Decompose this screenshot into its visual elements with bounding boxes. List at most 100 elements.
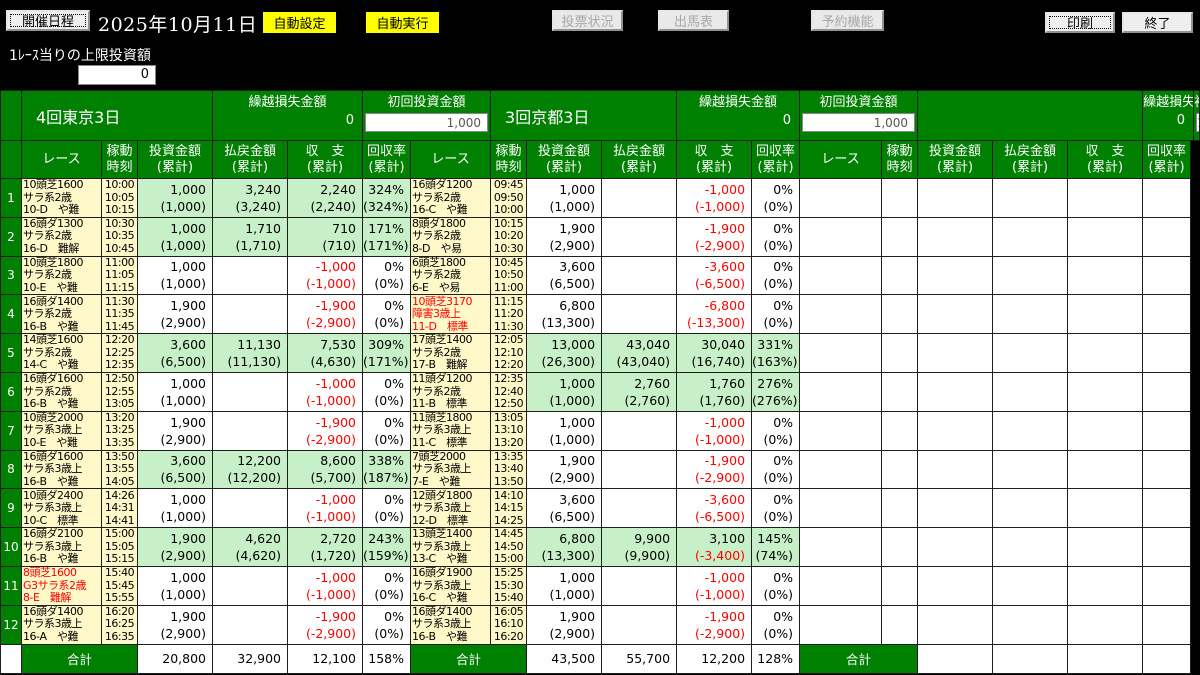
schedule-button[interactable]: 開催日程 bbox=[6, 10, 90, 31]
empty-cell bbox=[992, 178, 1069, 218]
rate-cell: 0% (0%) bbox=[362, 565, 412, 606]
empty-cell bbox=[799, 178, 883, 218]
race-info[interactable]: 16頭ダ1600 サラ系2歳 16-B や難 bbox=[21, 371, 102, 412]
race-info[interactable]: 16頭ダ1600 サラ系3歳上 16-B や難 bbox=[21, 449, 102, 490]
rate-cell: 145% (74%) bbox=[751, 527, 801, 567]
time-l1: 16:20 bbox=[104, 605, 135, 618]
race-info[interactable]: 16頭ダ1900 サラ系3歳上 16-C や難 bbox=[410, 565, 492, 606]
rate-cell: 243% (159%) bbox=[362, 527, 412, 567]
empty-cell bbox=[1067, 216, 1144, 257]
auto-run-button[interactable]: 自動実行 bbox=[366, 12, 439, 33]
payout-cell: 1,710 (1,710) bbox=[212, 216, 288, 257]
rate-cum: (0%) bbox=[763, 315, 794, 331]
race-info[interactable]: 10頭芝2000 サラ系3歳上 10-E や難 bbox=[21, 410, 102, 451]
table-row: 4 16頭ダ1400 サラ系2歳 16-B や難 11:30 11:35 11:45 1,90… bbox=[0, 294, 1200, 335]
vote-status-button[interactable]: 投票状況 bbox=[552, 10, 623, 31]
print-button[interactable]: 印刷 bbox=[1045, 12, 1115, 33]
empty-cell bbox=[881, 216, 919, 257]
race-info[interactable]: 16頭ダ1200 サラ系2歳 16-C や難 bbox=[410, 178, 492, 218]
total-rate bbox=[1142, 643, 1192, 674]
time-l1: 10:00 bbox=[104, 178, 135, 192]
rate-cum: (0%) bbox=[374, 431, 405, 447]
rate-value: 0% bbox=[384, 298, 405, 314]
race-info-l1: 16頭ダ1600 bbox=[23, 450, 84, 463]
auto-set-button[interactable]: 自動設定 bbox=[263, 12, 336, 33]
race-info[interactable]: 7頭芝2000 サラ系3歳上 7-E や難 bbox=[410, 449, 492, 490]
total-label: 合計 bbox=[21, 643, 138, 674]
payout-cum: (9,900) bbox=[624, 548, 671, 564]
carry-loss-cell: 繰越損失金額 0 bbox=[1142, 90, 1195, 141]
time-l3: 15:40 bbox=[493, 591, 524, 605]
rate-cum: (0%) bbox=[763, 276, 794, 292]
time-l2: 13:10 bbox=[493, 423, 524, 437]
balance-cum: (4,630) bbox=[310, 354, 357, 370]
invest-value: 1,000 bbox=[170, 181, 206, 197]
invest-cum: (13,300) bbox=[541, 315, 596, 331]
invest-value: 1,000 bbox=[170, 259, 206, 275]
time-l3: 16:35 bbox=[104, 629, 135, 643]
venue-name: 3回京都3日 bbox=[490, 90, 678, 141]
balance-value: -1,000 bbox=[704, 569, 746, 585]
initial-invest-input[interactable]: 1,000 bbox=[1196, 113, 1199, 132]
race-info[interactable]: 10頭芝1600 サラ系2歳 10-D や難 bbox=[21, 178, 102, 218]
race-info[interactable]: 16頭ダ1400 サラ系2歳 16-B や難 bbox=[21, 294, 102, 335]
rate-cell: 0% (0%) bbox=[751, 216, 801, 257]
time-l3: 13:05 bbox=[104, 397, 135, 411]
rate-value: 331% bbox=[757, 337, 794, 353]
payout-cell bbox=[212, 604, 288, 645]
race-info[interactable]: 16頭ダ2100 サラ系3歳上 16-B や難 bbox=[21, 527, 102, 567]
invest-cell: 1,000 (1,000) bbox=[137, 178, 213, 218]
invest-cell: 1,900 (2,900) bbox=[137, 294, 213, 335]
exit-button[interactable]: 終了 bbox=[1122, 12, 1193, 33]
race-info[interactable]: 8頭ダ1800 サラ系2歳 8-D や易 bbox=[410, 216, 492, 257]
race-header: レース bbox=[21, 140, 102, 179]
race-info[interactable]: 16頭ダ1300 サラ系2歳 16-D 難解 bbox=[21, 216, 102, 257]
race-number: 12 bbox=[0, 604, 22, 645]
total-balance: 12,100 bbox=[286, 643, 364, 674]
race-info[interactable]: 10頭ダ2400 サラ系3歳上 10-C 標準 bbox=[21, 488, 102, 529]
time-l1: 14:26 bbox=[104, 488, 135, 502]
initial-invest-input[interactable]: 1,000 bbox=[802, 113, 916, 132]
balance-cell: -1,000 (-1,000) bbox=[676, 178, 753, 218]
race-times: 15:40 15:45 15:55 bbox=[101, 565, 138, 606]
race-info[interactable]: 11頭ダ1200 サラ系2歳 11-B 標準 bbox=[410, 371, 492, 412]
race-info[interactable]: 12頭ダ1800 サラ系3歳上 12-D 標準 bbox=[410, 488, 492, 529]
race-times: 12:20 12:25 12:35 bbox=[101, 333, 138, 373]
race-info[interactable]: 16頭ダ1400 サラ系3歳上 16-B や難 bbox=[410, 604, 492, 645]
race-info[interactable]: 11頭芝1800 サラ系3歳上 11-C 標準 bbox=[410, 410, 492, 451]
invest-cum: (13,300) bbox=[541, 548, 596, 564]
reservation-button[interactable]: 予約機能 bbox=[811, 10, 884, 31]
rate-cell: 0% (0%) bbox=[362, 371, 412, 412]
payout-cell bbox=[212, 294, 288, 335]
empty-cell bbox=[1067, 410, 1144, 451]
race-info[interactable]: 17頭芝1400 サラ系2歳 17-B 難解 bbox=[410, 333, 492, 373]
race-number: 11 bbox=[0, 565, 22, 606]
race-info[interactable]: 8頭芝1600 G3サラ系2歳 8-E 難解 bbox=[21, 565, 102, 606]
race-info[interactable]: 10頭芝1800 サラ系2歳 10-E や難 bbox=[21, 255, 102, 296]
time-l1: 14:10 bbox=[493, 488, 524, 502]
limit-input[interactable]: 0 bbox=[78, 65, 156, 85]
race-card-button[interactable]: 出馬表 bbox=[658, 10, 729, 31]
total-rate: 128% bbox=[751, 643, 801, 674]
balance-cell: -6,800 (-13,300) bbox=[676, 294, 753, 335]
balance-cell: -1,000 (-1,000) bbox=[676, 410, 753, 451]
empty-cell bbox=[881, 178, 919, 218]
race-info[interactable]: 14頭芝1600 サラ系2歳 14-C や難 bbox=[21, 333, 102, 373]
race-info[interactable]: 6頭芝1800 サラ系2歳 6-E や易 bbox=[410, 255, 492, 296]
rate-cell: 171% (171%) bbox=[362, 216, 412, 257]
invest-cell: 3,600 (6,500) bbox=[137, 449, 213, 490]
race-info[interactable]: 16頭ダ1400 サラ系3歳上 16-A や難 bbox=[21, 604, 102, 645]
invest-value: 1,900 bbox=[559, 608, 596, 624]
payout-cell: 2,760 (2,760) bbox=[601, 371, 678, 412]
payout-value: 9,900 bbox=[634, 531, 671, 547]
invest-cum: (1,000) bbox=[549, 392, 596, 408]
total-invest-value: 20,800 bbox=[162, 651, 206, 667]
race-info[interactable]: 13頭芝1400 サラ系3歳上 13-C や難 bbox=[410, 527, 492, 567]
initial-invest-input[interactable]: 1,000 bbox=[365, 113, 489, 132]
race-info[interactable]: 10頭芝3170 障害3歳上 11-D 標準 bbox=[410, 294, 492, 335]
payout-value: 12,200 bbox=[237, 453, 281, 469]
balance-cum: (-6,500) bbox=[694, 276, 746, 292]
empty-cell bbox=[917, 216, 994, 257]
rate-cell: 0% (0%) bbox=[362, 410, 412, 451]
race-times: 13:20 13:25 13:35 bbox=[101, 410, 138, 451]
